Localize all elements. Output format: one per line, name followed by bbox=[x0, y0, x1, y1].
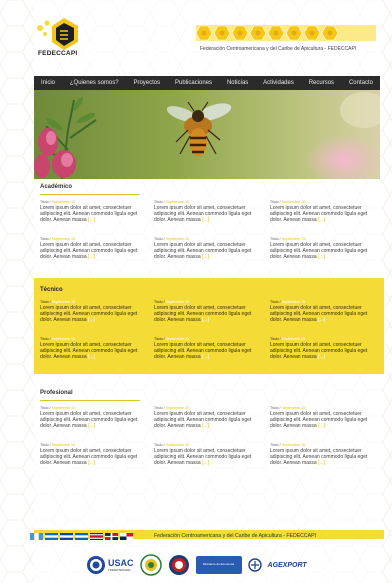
list-item[interactable]: Titulo / Septiembre 15 Lorem ipsum dolor… bbox=[154, 443, 262, 466]
panama-flag-icon[interactable] bbox=[120, 533, 133, 540]
el-salvador-flag-icon[interactable] bbox=[60, 533, 73, 540]
item-meta: Titulo / Septiembre 15 bbox=[40, 200, 76, 204]
section-title-academico: Académico bbox=[40, 184, 73, 190]
section-title-tecnico: Técnico bbox=[40, 287, 63, 293]
item-meta: Titulo / Septiembre 15 bbox=[270, 443, 306, 447]
item-meta: Titulo / Septiembre 15 bbox=[270, 200, 306, 204]
list-item[interactable]: Titulo / Septiembre 15 Lorem ipsum dolor… bbox=[154, 237, 262, 260]
list-item[interactable]: Titulo / Septiembre 15 Lorem ipsum dolor… bbox=[40, 200, 148, 223]
nav-quienes-somos[interactable]: ¿Quienes somos? bbox=[70, 80, 119, 86]
usac-logo[interactable]: USAC TRICENTENARIA bbox=[86, 555, 134, 575]
section-rule bbox=[40, 400, 140, 401]
site-header: FEDECCAPI Federación Centroamericana y d… bbox=[0, 0, 392, 75]
usac-seal-icon bbox=[87, 556, 105, 574]
agexport-mark-icon bbox=[247, 558, 262, 572]
item-text: Lorem ipsum dolor sit amet, consectetuer… bbox=[270, 305, 368, 323]
item-meta: Titulo / Septiembre 15 bbox=[40, 237, 76, 241]
item-text: Lorem ipsum dolor sit amet, consectetuer… bbox=[40, 305, 138, 323]
nav-recursos[interactable]: Recursos bbox=[309, 80, 334, 86]
ministerio-economia-logo[interactable]: Ministerio de Economía bbox=[195, 556, 242, 574]
item-text: Lorem ipsum dolor sit amet, consectetuer… bbox=[154, 411, 252, 429]
list-item[interactable]: Titulo / Septiembre 15 Lorem ipsum dolor… bbox=[154, 300, 262, 323]
list-item[interactable]: Titulo / Septiembre 15 Lorem ipsum dolor… bbox=[40, 406, 148, 429]
hero-bee-image bbox=[34, 90, 380, 179]
item-meta: Titulo / Septiembre 15 bbox=[154, 237, 190, 241]
section-rule bbox=[40, 194, 140, 195]
honduras-flag-icon[interactable] bbox=[45, 533, 58, 540]
item-meta: Titulo / Septiembre 15 bbox=[270, 406, 306, 410]
nav-inicio[interactable]: Inicio bbox=[41, 80, 55, 86]
item-meta: Titulo / Septiembre 15 bbox=[40, 337, 76, 341]
item-text: Lorem ipsum dolor sit amet, consectetuer… bbox=[40, 411, 138, 429]
list-item[interactable]: Titulo / Septiembre 15 Lorem ipsum dolor… bbox=[154, 337, 262, 360]
list-item[interactable]: Titulo / Septiembre 15 Lorem ipsum dolor… bbox=[270, 237, 378, 260]
item-meta: Titulo / Septiembre 15 bbox=[40, 406, 76, 410]
item-text: Lorem ipsum dolor sit amet, consectetuer… bbox=[270, 411, 368, 429]
item-meta: Titulo / Septiembre 15 bbox=[154, 406, 190, 410]
usac-wordmark: USAC bbox=[108, 558, 134, 568]
item-meta: Titulo / Septiembre 15 bbox=[40, 443, 76, 447]
costa-rica-flag-icon[interactable] bbox=[90, 533, 103, 540]
item-meta: Titulo / Septiembre 15 bbox=[270, 337, 306, 341]
nav-contacto[interactable]: Contacto bbox=[349, 80, 373, 86]
list-item[interactable]: Titulo / Septiembre 15 Lorem ipsum dolor… bbox=[40, 443, 148, 466]
guatemala-flag-icon[interactable] bbox=[30, 533, 43, 540]
list-item[interactable]: Titulo / Septiembre 15 Lorem ipsum dolor… bbox=[270, 406, 378, 429]
nav-actividades[interactable]: Actividades bbox=[263, 80, 294, 86]
list-item[interactable]: Titulo / Septiembre 15 Lorem ipsum dolor… bbox=[154, 200, 262, 223]
footer-text: Federación Centroamericana y del Caribe … bbox=[154, 533, 317, 539]
section-title-profesional: Profesional bbox=[40, 390, 73, 396]
header-subtitle: Federación Centroamericana y del Caribe … bbox=[200, 46, 357, 52]
item-text: Lorem ipsum dolor sit amet, consectetuer… bbox=[40, 242, 138, 260]
maga-seal-icon[interactable] bbox=[168, 554, 190, 576]
main-nav: Inicio ¿Quienes somos? Proyectos Publica… bbox=[34, 76, 380, 90]
item-text: Lorem ipsum dolor sit amet, consectetuer… bbox=[154, 305, 252, 323]
item-text: Lorem ipsum dolor sit amet, consectetuer… bbox=[270, 342, 368, 360]
item-meta: Titulo / Septiembre 15 bbox=[40, 300, 76, 304]
item-meta: Titulo / Septiembre 15 bbox=[270, 237, 306, 241]
member-flags bbox=[30, 533, 133, 540]
item-text: Lorem ipsum dolor sit amet, consectetuer… bbox=[40, 448, 138, 466]
nav-publicaciones[interactable]: Publicaciones bbox=[175, 80, 212, 86]
item-text: Lorem ipsum dolor sit amet, consectetuer… bbox=[40, 342, 138, 360]
item-meta: Titulo / Septiembre 15 bbox=[154, 300, 190, 304]
item-text: Lorem ipsum dolor sit amet, consectetuer… bbox=[270, 205, 368, 223]
list-item[interactable]: Titulo / Septiembre 15 Lorem ipsum dolor… bbox=[40, 337, 148, 360]
nav-noticias[interactable]: Noticias bbox=[227, 80, 248, 86]
list-item[interactable]: Titulo / Septiembre 15 Lorem ipsum dolor… bbox=[270, 443, 378, 466]
section-academico: Académico Titulo / Septiembre 15 Lorem i… bbox=[34, 184, 380, 260]
item-meta: Titulo / Septiembre 15 bbox=[270, 300, 306, 304]
list-item[interactable]: Titulo / Septiembre 15 Lorem ipsum dolor… bbox=[40, 300, 148, 323]
item-text: Lorem ipsum dolor sit amet, consectetuer… bbox=[270, 242, 368, 260]
nav-proyectos[interactable]: Proyectos bbox=[133, 80, 160, 86]
list-item[interactable]: Titulo / Septiembre 15 Lorem ipsum dolor… bbox=[270, 200, 378, 223]
list-item[interactable]: Titulo / Septiembre 15 Lorem ipsum dolor… bbox=[40, 237, 148, 260]
item-text: Lorem ipsum dolor sit amet, consectetuer… bbox=[154, 242, 252, 260]
section-profesional: Profesional Titulo / Septiembre 15 Lorem… bbox=[34, 390, 380, 470]
item-meta: Titulo / Septiembre 15 bbox=[154, 200, 190, 204]
dominican-republic-flag-icon[interactable] bbox=[105, 533, 118, 540]
item-text: Lorem ipsum dolor sit amet, consectetuer… bbox=[154, 342, 252, 360]
item-text: Lorem ipsum dolor sit amet, consectetuer… bbox=[270, 448, 368, 466]
item-text: Lorem ipsum dolor sit amet, consectetuer… bbox=[40, 205, 138, 223]
item-text: Lorem ipsum dolor sit amet, consectetuer… bbox=[154, 448, 252, 466]
usac-subtitle: TRICENTENARIA bbox=[108, 568, 131, 572]
item-meta: Titulo / Septiembre 15 bbox=[154, 337, 190, 341]
nicaragua-flag-icon[interactable] bbox=[75, 533, 88, 540]
list-item[interactable]: Titulo / Septiembre 15 Lorem ipsum dolor… bbox=[154, 406, 262, 429]
oirsa-seal-icon[interactable] bbox=[139, 554, 162, 576]
section-tecnico: Técnico Titulo / Septiembre 15 Lorem ips… bbox=[34, 278, 384, 374]
list-item[interactable]: Titulo / Septiembre 15 Lorem ipsum dolor… bbox=[270, 300, 378, 323]
partner-logos: USAC TRICENTENARIA Ministerio de Economí… bbox=[86, 553, 307, 577]
list-item[interactable]: Titulo / Septiembre 15 Lorem ipsum dolor… bbox=[270, 337, 378, 360]
honeycomb-banner bbox=[196, 25, 376, 41]
agexport-logo[interactable]: AGEXPORT bbox=[268, 562, 307, 569]
item-meta: Titulo / Septiembre 15 bbox=[154, 443, 190, 447]
logo-text: FEDECCAPI bbox=[38, 50, 78, 57]
item-text: Lorem ipsum dolor sit amet, consectetuer… bbox=[154, 205, 252, 223]
